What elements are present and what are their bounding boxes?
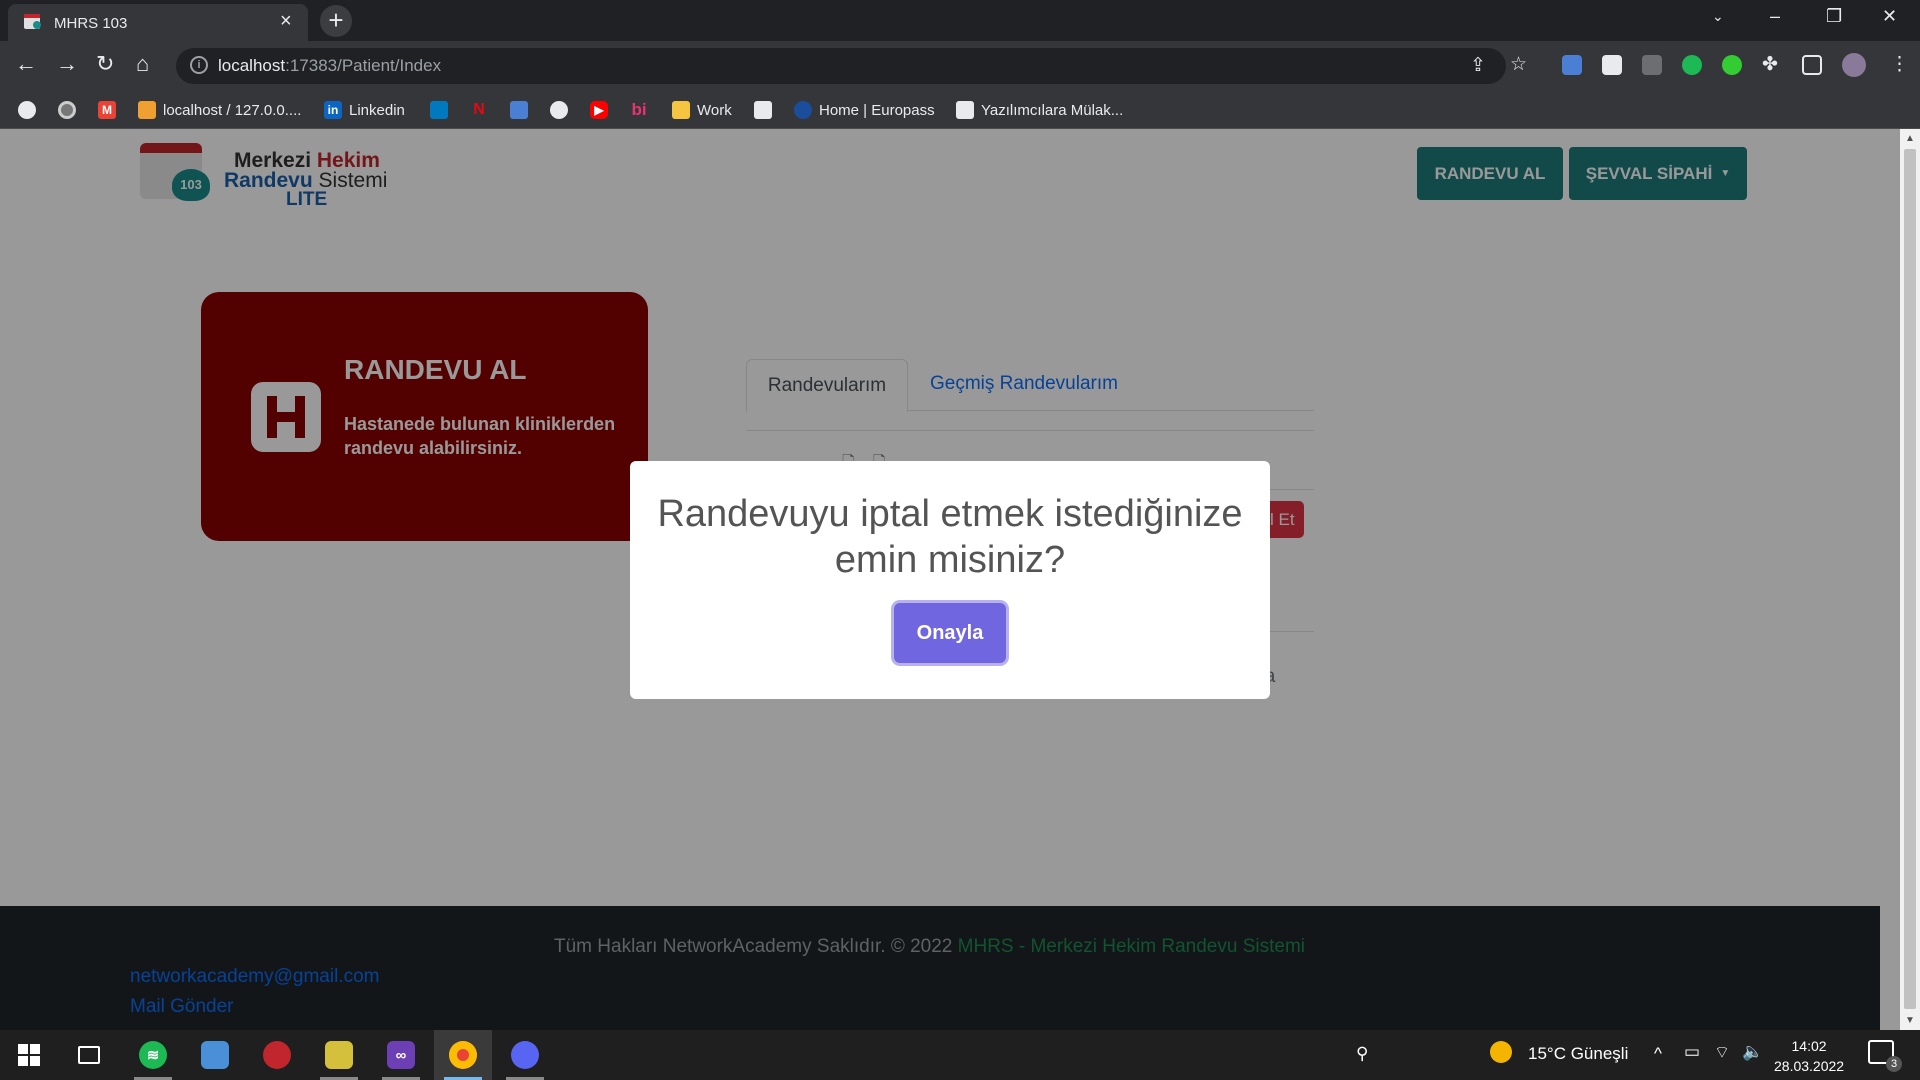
- taskbar-spotify[interactable]: ≋: [124, 1030, 182, 1080]
- bookmark-star-icon[interactable]: ☆: [1510, 53, 1527, 76]
- taskbar-visual-studio[interactable]: ∞: [372, 1030, 430, 1080]
- bi-icon: bi: [631, 100, 647, 119]
- tray-chevron-icon[interactable]: ^: [1654, 1044, 1662, 1064]
- thumb-extension-icon[interactable]: [1722, 55, 1742, 75]
- browser-tab[interactable]: MHRS 103 ×: [8, 4, 308, 41]
- menu-icon[interactable]: ⋮: [1890, 53, 1909, 76]
- restore-icon[interactable]: ❐: [1826, 6, 1842, 27]
- page-content: 103 Merkezi Hekim Randevu Sistemi LITE R…: [0, 129, 1900, 1030]
- url-text[interactable]: localhost:17383/Patient/Index: [218, 56, 441, 76]
- chrome-icon: [449, 1041, 477, 1069]
- codepen-icon: [754, 101, 772, 119]
- extension-icon[interactable]: [1602, 55, 1622, 75]
- trello-icon: [430, 101, 448, 119]
- window-close-icon[interactable]: ✕: [1882, 6, 1897, 27]
- profile-avatar[interactable]: [1842, 53, 1866, 77]
- taskbar-app-red[interactable]: [248, 1030, 306, 1080]
- taskbar-clock[interactable]: 14:02 28.03.2022: [1774, 1036, 1844, 1076]
- site-info-icon[interactable]: i: [190, 56, 208, 74]
- bookmark-gmail[interactable]: M: [98, 100, 123, 120]
- taskbar-pc[interactable]: [186, 1030, 244, 1080]
- circle-icon: [58, 101, 76, 119]
- weather-text[interactable]: 15°C Güneşli: [1528, 1044, 1628, 1064]
- bookmark-bi[interactable]: bi: [630, 100, 655, 120]
- browser-tab-strip: MHRS 103 × + ⌄ – ❐ ✕: [0, 0, 1920, 41]
- volume-mute-icon[interactable]: 🔈: [1742, 1042, 1763, 1062]
- sidepanel-icon[interactable]: [1802, 55, 1822, 75]
- bookmark-europass[interactable]: Home | Europass: [794, 100, 935, 120]
- clock-time: 14:02: [1791, 1038, 1827, 1054]
- translate-extension-icon[interactable]: [1562, 55, 1582, 75]
- bookmarks-bar: M localhost / 127.0.0.... in Linkedin N ▶…: [0, 91, 1920, 129]
- tab-title: MHRS 103: [54, 15, 128, 32]
- phpmyadmin-icon: [138, 101, 156, 119]
- forward-icon[interactable]: →: [56, 52, 78, 76]
- bookmark-codepen[interactable]: [754, 100, 779, 120]
- green-extension-icon[interactable]: [1682, 55, 1702, 75]
- netflix-icon: N: [473, 101, 485, 118]
- home-icon[interactable]: ⌂: [136, 52, 149, 76]
- bookmark-github[interactable]: [550, 100, 575, 120]
- translate-icon: [510, 101, 528, 119]
- new-tab-button[interactable]: +: [320, 5, 352, 37]
- bookmark-circle[interactable]: [58, 100, 83, 120]
- clock-date: 28.03.2022: [1774, 1058, 1845, 1074]
- bookmark-yazilimcilara[interactable]: Yazılımcılara Mülak...: [956, 100, 1123, 120]
- bookmark-translate[interactable]: [510, 100, 535, 120]
- battery-icon[interactable]: ▭: [1684, 1042, 1700, 1062]
- folder-icon: [672, 101, 690, 119]
- people-icon[interactable]: ⚲: [1356, 1044, 1368, 1064]
- discord-icon: [511, 1041, 539, 1069]
- spotify-icon: ≋: [139, 1041, 167, 1069]
- address-bar[interactable]: i localhost:17383/Patient/Index ⇪: [176, 48, 1506, 84]
- taskbar-app-yellow[interactable]: [310, 1030, 368, 1080]
- confirm-button[interactable]: Onayla: [894, 603, 1006, 663]
- bookmark-netflix[interactable]: N: [470, 100, 495, 120]
- browser-toolbar: ← → ↻ ⌂ i localhost:17383/Patient/Index …: [0, 41, 1920, 91]
- bookmark-trello[interactable]: [430, 100, 455, 120]
- globe-icon: [18, 101, 36, 119]
- scroll-up-icon[interactable]: ▲: [1905, 133, 1915, 144]
- bookmark-localhost[interactable]: localhost / 127.0.0....: [138, 100, 301, 120]
- windows-icon: [18, 1044, 40, 1066]
- share-icon[interactable]: ⇪: [1470, 54, 1486, 77]
- back-icon[interactable]: ←: [15, 52, 37, 76]
- europass-icon: [794, 101, 812, 119]
- taskbar-chrome[interactable]: [434, 1030, 492, 1080]
- bookmark-globe[interactable]: [18, 100, 43, 120]
- linkedin-icon: in: [324, 101, 342, 119]
- yellow-app-icon: [325, 1041, 353, 1069]
- task-view-icon: [78, 1046, 100, 1064]
- tab-search-icon[interactable]: ⌄: [1712, 8, 1724, 25]
- modal-title: Randevuyu iptal etmek istediğinize emin …: [657, 493, 1243, 581]
- bookmark-linkedin[interactable]: in Linkedin: [324, 100, 405, 120]
- reload-icon[interactable]: ↻: [96, 52, 114, 76]
- github-icon: [550, 101, 568, 119]
- wifi-icon[interactable]: ⌔: [1714, 1042, 1730, 1063]
- bookmark-youtube[interactable]: ▶: [590, 100, 615, 120]
- notification-count: 3: [1886, 1056, 1902, 1072]
- visual-studio-icon: ∞: [387, 1041, 415, 1069]
- tab-close-icon[interactable]: ×: [280, 11, 292, 31]
- sun-icon: [1490, 1041, 1512, 1063]
- pen-extension-icon[interactable]: [1642, 55, 1662, 75]
- start-button[interactable]: [0, 1030, 58, 1080]
- scroll-down-icon[interactable]: ▼: [1905, 1015, 1915, 1026]
- gmail-icon: M: [98, 101, 116, 119]
- confirm-modal: Randevuyu iptal etmek istediğinize emin …: [630, 461, 1270, 699]
- puzzle-icon[interactable]: ✤: [1762, 53, 1778, 76]
- scrollbar-thumb[interactable]: [1904, 149, 1916, 1009]
- youtube-icon: ▶: [590, 101, 608, 119]
- computer-icon: [201, 1041, 229, 1069]
- taskbar-discord[interactable]: [496, 1030, 554, 1080]
- mhrs-favicon-icon: [24, 14, 42, 30]
- task-view-button[interactable]: [60, 1030, 118, 1080]
- minimize-icon[interactable]: –: [1770, 6, 1780, 27]
- page-icon: [956, 101, 974, 119]
- windows-taskbar: ≋ ∞ ⚲ 15°C Güneşli ^ ▭ ⌔ 🔈 14:02 28.03.2…: [0, 1030, 1920, 1080]
- page-scrollbar[interactable]: ▲ ▼: [1900, 129, 1920, 1030]
- page-viewport: 103 Merkezi Hekim Randevu Sistemi LITE R…: [0, 129, 1920, 1030]
- red-app-icon: [263, 1041, 291, 1069]
- bookmark-work[interactable]: Work: [672, 100, 732, 120]
